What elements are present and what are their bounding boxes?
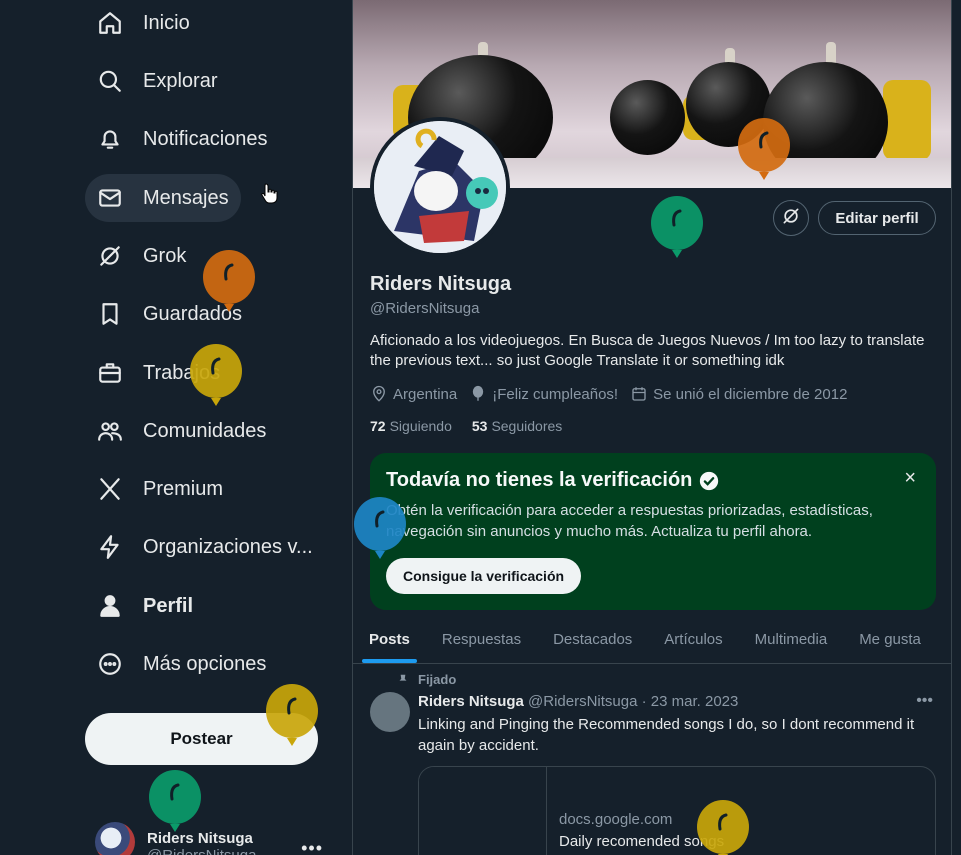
verification-title: Todavía no tienes la verificación xyxy=(386,469,693,491)
balloon-icon xyxy=(189,344,243,406)
tweet-text: Linking and Pinging the Recommended song… xyxy=(418,716,915,754)
balloon-icon xyxy=(148,770,202,832)
get-verified-button[interactable]: Consigue la verificación xyxy=(386,558,582,594)
sidebar-item-label: Más opciones xyxy=(143,652,267,675)
sidebar-item-label: Inicio xyxy=(143,11,190,34)
sidebar-item-premium[interactable]: Premium xyxy=(85,465,235,513)
profile-meta: Argentina ¡Feliz cumpleaños! Se unió el … xyxy=(370,385,859,403)
sidebar-item-inicio[interactable]: Inicio xyxy=(85,0,202,47)
sidebar-item-perfil[interactable]: Perfil xyxy=(85,582,205,630)
verification-card: Todavía no tienes la verificación × Obté… xyxy=(370,453,936,610)
tab-me-gusta[interactable]: Me gusta xyxy=(843,615,937,663)
bell-icon xyxy=(97,126,123,152)
pinned-indicator: Fijado xyxy=(396,672,456,687)
hand-cursor-icon xyxy=(261,183,278,204)
edit-profile-button[interactable]: Editar perfil xyxy=(818,201,936,235)
sidebar-item-grok[interactable]: Grok xyxy=(85,232,198,280)
account-switcher[interactable]: Riders Nitsuga @RidersNitsuga ••• xyxy=(95,822,345,855)
more-icon[interactable]: ••• xyxy=(916,692,933,710)
sidebar-item-organizaciones[interactable]: Organizaciones v... xyxy=(85,523,325,571)
character-avatar-image xyxy=(374,121,506,253)
bookmark-icon xyxy=(97,301,123,327)
tweet-header: Riders Nitsuga @RidersNitsuga · 23 mar. … xyxy=(418,693,738,710)
mail-icon xyxy=(97,185,123,211)
sidebar-item-label: Mensajes xyxy=(143,186,229,209)
sidebar-item-notificaciones[interactable]: Notificaciones xyxy=(85,115,280,163)
tab-multimedia[interactable]: Multimedia xyxy=(739,615,844,663)
x-logo-icon xyxy=(97,476,123,502)
banner-decoration xyxy=(883,80,931,160)
balloon-icon xyxy=(265,684,319,746)
pinned-label: Fijado xyxy=(418,672,457,687)
sidebar-item-label: Premium xyxy=(143,477,224,500)
profile-column: Editar perfil Riders Nitsuga @RidersNits… xyxy=(352,0,952,855)
tab-articulos[interactable]: Artículos xyxy=(648,615,738,663)
link-card[interactable]: docs.google.com Daily recomended songs xyxy=(418,766,936,855)
more-circle-icon xyxy=(97,651,123,677)
followers-label: Seguidores xyxy=(491,418,563,434)
sidebar-item-label: Perfil xyxy=(143,594,194,617)
sidebar-item-mensajes[interactable]: Mensajes xyxy=(85,174,241,222)
avatar xyxy=(95,822,135,855)
calendar-icon xyxy=(632,387,646,401)
balloon-icon xyxy=(353,497,407,559)
grok-icon xyxy=(781,206,801,231)
close-icon[interactable]: × xyxy=(904,467,916,490)
person-icon xyxy=(97,593,123,619)
balloon-icon xyxy=(650,196,704,258)
follow-stats: 72 Siguiendo 53 Seguidores xyxy=(370,418,582,434)
followers-link[interactable]: 53 Seguidores xyxy=(472,418,562,434)
balloon-icon xyxy=(473,385,484,401)
following-count: 72 xyxy=(370,418,386,434)
sidebar-item-comunidades[interactable]: Comunidades xyxy=(85,407,278,455)
lightning-icon xyxy=(97,534,123,560)
balloon-icon xyxy=(737,118,791,180)
profile-avatar[interactable] xyxy=(370,117,510,257)
verification-text: Obtén la verificación para acceder a res… xyxy=(386,502,873,540)
following-label: Siguiendo xyxy=(389,418,452,434)
bomb-figure xyxy=(610,80,685,155)
followers-count: 53 xyxy=(471,418,488,434)
avatar[interactable] xyxy=(370,692,410,732)
profile-bio: Aficionado a los videojuegos. En Busca d… xyxy=(370,332,925,369)
sidebar-item-mas-opciones[interactable]: Más opciones xyxy=(85,640,278,688)
sidebar-item-label: Grok xyxy=(143,244,187,267)
location-icon xyxy=(373,385,385,402)
sidebar-item-label: Explorar xyxy=(143,69,218,92)
more-icon[interactable]: ••• xyxy=(301,838,323,855)
link-domain: docs.google.com xyxy=(559,811,673,828)
balloon-icon xyxy=(202,250,256,312)
pin-icon xyxy=(399,674,407,685)
grok-button[interactable] xyxy=(773,200,809,236)
profile-location: Argentina xyxy=(393,385,458,403)
profile-name: Riders Nitsuga xyxy=(370,273,512,295)
verified-badge-icon xyxy=(700,471,719,490)
grok-icon xyxy=(97,243,123,269)
tweet-meta: @RidersNitsuga · 23 mar. 2023 xyxy=(528,693,739,710)
tab-posts[interactable]: Posts xyxy=(353,615,426,663)
profile-handle: @RidersNitsuga xyxy=(370,300,480,317)
tab-respuestas[interactable]: Respuestas xyxy=(426,615,537,663)
following-link[interactable]: 72 Siguiendo xyxy=(370,418,452,434)
sidebar-item-explorar[interactable]: Explorar xyxy=(85,57,229,105)
balloon-icon xyxy=(696,800,750,855)
people-icon xyxy=(97,418,123,444)
profile-tabs: Posts Respuestas Destacados Artículos Mu… xyxy=(353,615,951,664)
tab-destacados[interactable]: Destacados xyxy=(537,615,648,663)
link-thumbnail xyxy=(419,767,547,855)
tweet-author[interactable]: Riders Nitsuga xyxy=(418,693,524,710)
home-icon xyxy=(97,10,123,36)
sidebar-item-label: Organizaciones v... xyxy=(143,535,313,558)
briefcase-icon xyxy=(97,360,123,386)
profile-birthday: ¡Feliz cumpleaños! xyxy=(492,385,619,403)
search-icon xyxy=(97,68,123,94)
sidebar-item-label: Comunidades xyxy=(143,419,267,442)
account-handle: @RidersNitsuga xyxy=(147,847,256,855)
sidebar-item-label: Notificaciones xyxy=(143,127,268,150)
profile-joined: Se unió el diciembre de 2012 xyxy=(653,385,848,403)
